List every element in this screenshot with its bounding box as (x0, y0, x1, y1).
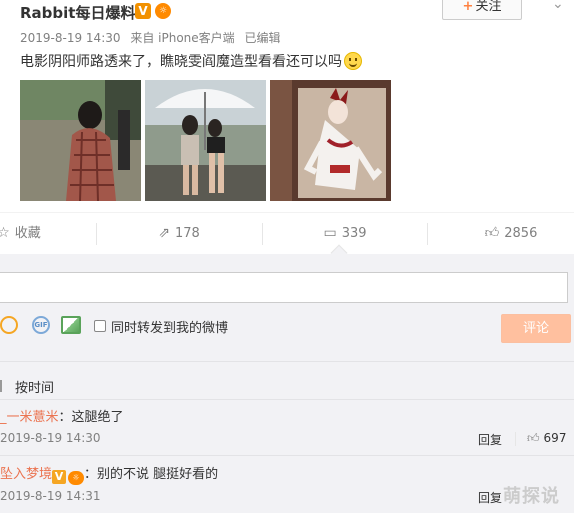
repost-checkbox[interactable] (94, 320, 106, 332)
post-card: Rabbit每日爆料 V ☼ + 关注 ⌄ 2019-8-19 14:30 来自 … (0, 0, 574, 212)
comment-user[interactable]: 坠入梦境 (0, 467, 52, 482)
comment-area: GIF 同时转发到我的微博 评论 按时间 _一米薏米：这腿绝了 2019-8-1… (0, 254, 574, 513)
comment-like-count: 697 (543, 431, 567, 445)
vip-badge-icon: V (52, 470, 67, 484)
more-options-icon[interactable]: ⌄ (552, 0, 564, 12)
post-meta: 2019-8-19 14:30 来自 iPhone客户端 已编辑 (20, 29, 287, 46)
post-text-content: 电影阴阳师路透来了，瞧晓雯阎魔造型看看还可以吗 (20, 54, 342, 70)
post-action-bar: ☆ 收藏 ⇗ 178 ▭ 339 👍︎ 2856 (0, 212, 574, 262)
repost-option-label: 同时转发到我的微博 (111, 321, 229, 336)
submit-comment-button[interactable]: 评论 (501, 314, 571, 343)
post-text: 电影阴阳师路透来了，瞧晓雯阎魔造型看看还可以吗 (20, 51, 362, 71)
reply-button[interactable]: 回复 (478, 431, 502, 448)
action-divider (96, 223, 97, 245)
gif-picker-icon[interactable]: GIF (32, 316, 50, 334)
photo-1-drawing (20, 80, 141, 201)
reply-button[interactable]: 回复 (478, 489, 502, 506)
collect-label: 收藏 (14, 226, 41, 241)
like-count: 2856 (504, 226, 538, 241)
comment-text: ：别的不说 腿挺好看的 (84, 467, 219, 482)
photo-3-drawing (270, 80, 391, 201)
member-level-icon: ☼ (155, 3, 171, 19)
comment-item: 坠入梦境 V ☼ ：别的不说 腿挺好看的 2019-8-19 14:31 回复 (0, 463, 574, 509)
comment-time: 2019-8-19 14:31 (0, 489, 101, 503)
collect-button[interactable]: ☆ 收藏 (0, 213, 44, 255)
comment-input[interactable] (0, 272, 568, 303)
post-edited[interactable]: 已编辑 (244, 31, 280, 45)
comment-item: _一米薏米：这腿绝了 2019-8-19 14:30 回复 👍︎ 697 (0, 406, 574, 452)
follow-button[interactable]: + 关注 (442, 0, 522, 20)
photo-actress-plaid-dress[interactable] (20, 80, 141, 201)
comment-text: ：这腿绝了 (58, 410, 124, 425)
star-icon: ☆ (0, 225, 10, 241)
comment-time: 2019-8-19 14:30 (0, 431, 101, 445)
comment-like-button[interactable]: 👍︎ 697 (527, 431, 566, 446)
thumbs-up-icon: 👍︎ (527, 431, 540, 445)
post-source: 来自 iPhone客户端 (130, 31, 235, 45)
divider (0, 455, 574, 456)
comment-body: 坠入梦境 V ☼ ：别的不说 腿挺好看的 (0, 463, 218, 485)
comment-count: 339 (341, 226, 367, 241)
like-button[interactable]: 👍︎ 2856 (481, 213, 541, 255)
action-divider (427, 223, 428, 245)
follow-label: 关注 (475, 0, 502, 14)
verified-badge-icon: V (135, 3, 151, 19)
repost-button[interactable]: ⇗ 178 (154, 213, 204, 255)
divider (0, 399, 574, 400)
emoji-picker-icon[interactable] (0, 316, 18, 334)
thumbs-up-icon: 👍︎ (484, 225, 500, 241)
repost-icon: ⇗ (158, 225, 170, 241)
plus-icon: + (462, 0, 474, 14)
comment-button[interactable]: ▭ 339 (320, 213, 370, 255)
photo-2-drawing (145, 80, 266, 201)
watermark: 萌探说 (503, 486, 560, 507)
photo-yama-character-art[interactable] (270, 80, 391, 201)
divider (0, 361, 574, 362)
repost-count: 178 (174, 226, 200, 241)
photo-actress-umbrella[interactable] (145, 80, 266, 201)
sort-by-time[interactable]: 按时间 (15, 377, 54, 396)
action-divider (262, 223, 263, 245)
sort-tick-icon (0, 380, 2, 392)
member-level-icon: ☼ (68, 471, 85, 485)
comment-divider (515, 432, 516, 446)
post-timestamp[interactable]: 2019-8-19 14:30 (20, 31, 121, 45)
comment-user[interactable]: _一米薏米 (0, 410, 59, 425)
smile-emoji-icon (344, 52, 362, 70)
comment-body: _一米薏米：这腿绝了 (0, 406, 124, 425)
image-upload-icon[interactable] (61, 316, 81, 334)
author-name[interactable]: Rabbit每日爆料 (20, 2, 135, 23)
